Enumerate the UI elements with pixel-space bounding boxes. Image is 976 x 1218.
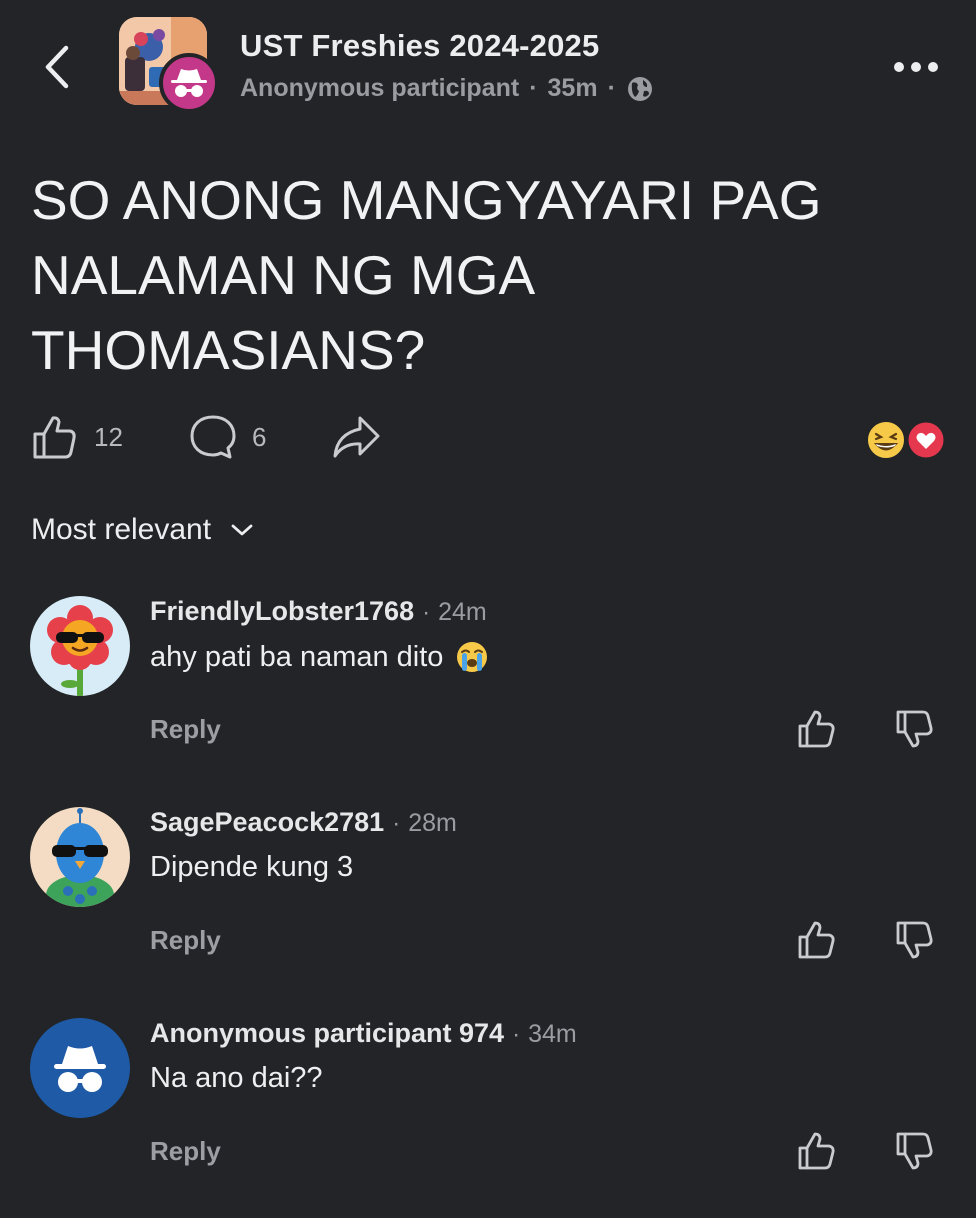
grinning-squinting-face-emoji (866, 420, 906, 460)
heart-reaction (905, 419, 947, 461)
upvote-button[interactable]: 12 (30, 412, 123, 462)
thumbs-down-icon (896, 1132, 933, 1170)
chevron-down-icon (231, 524, 253, 536)
comment-author[interactable]: SagePeacock2781 (150, 807, 384, 838)
chevron-left-icon (45, 45, 69, 89)
separator: · (607, 74, 616, 102)
comment-text: Dipende kung 3 (150, 851, 354, 883)
thumbs-down-icon (896, 710, 933, 748)
separator: · (512, 1021, 521, 1048)
thumbs-up-icon (798, 921, 835, 959)
thumbs-up-icon (33, 416, 76, 459)
reply-button[interactable]: Reply (150, 714, 221, 745)
comment-text: Na ano dai?? (150, 1062, 323, 1094)
anonymous-badge (159, 53, 219, 113)
back-button[interactable] (38, 42, 78, 92)
comment-upvote-button[interactable] (796, 1130, 838, 1172)
comment-text-row: Na ano dai?? (150, 1062, 323, 1095)
comment-item: SagePeacock2781 · 28m Dipende kung 3 Rep… (0, 807, 976, 1007)
more-horizontal-icon (894, 62, 938, 72)
comment-item: Anonymous participant 974 · 34m Na ano d… (0, 1018, 976, 1218)
thumbs-up-icon (798, 1132, 835, 1170)
comment-time: 24m (438, 598, 487, 626)
comment-time: 28m (408, 809, 457, 837)
comment-button[interactable]: 6 (188, 412, 266, 462)
flower-sunglasses-avatar[interactable] (30, 596, 130, 696)
comment-author[interactable]: FriendlyLobster1768 (150, 596, 414, 627)
comment-upvote-button[interactable] (796, 708, 838, 750)
upvote-count: 12 (94, 421, 123, 452)
anonymous-avatar[interactable] (30, 1018, 130, 1118)
more-options-button[interactable] (890, 55, 942, 79)
reply-button[interactable]: Reply (150, 1136, 221, 1167)
reaction-summary[interactable] (864, 418, 948, 462)
post-meta: Anonymous participant · 35m · (240, 74, 654, 103)
globe-icon (627, 76, 652, 101)
sort-label: Most relevant (31, 513, 212, 546)
comment-count: 6 (252, 421, 267, 452)
separator: · (392, 810, 401, 837)
post-author[interactable]: Anonymous participant (240, 74, 519, 103)
comment-downvote-button[interactable] (894, 708, 936, 750)
thumbs-up-icon (798, 710, 835, 748)
comment-downvote-button[interactable] (894, 1130, 936, 1172)
thumbs-down-icon (896, 921, 933, 959)
comment-time: 34m (528, 1020, 577, 1048)
incognito-icon (54, 1046, 106, 1092)
post-title: SO ANONG MANGYAYARI PAG NALAMAN NG MGA T… (31, 169, 822, 381)
share-button[interactable] (330, 412, 382, 462)
separator: · (529, 74, 538, 102)
comment-text: ahy pati ba naman dito (150, 640, 444, 673)
comment-downvote-button[interactable] (894, 919, 936, 961)
peacock-sunglasses-avatar[interactable] (30, 807, 130, 907)
comment-text-row: ahy pati ba naman dito (150, 640, 489, 674)
comment-bubble-icon (190, 415, 236, 459)
comment-upvote-button[interactable] (796, 919, 838, 961)
reply-button[interactable]: Reply (150, 925, 221, 956)
separator: · (422, 599, 431, 626)
incognito-icon (171, 69, 207, 97)
group-avatar[interactable] (119, 17, 219, 113)
loudly-crying-face-emoji (457, 642, 488, 672)
comment-item: FriendlyLobster1768 · 24m ahy pati ba na… (0, 596, 976, 796)
group-name[interactable]: UST Freshies 2024-2025 (240, 28, 599, 64)
post-time: 35m (547, 74, 598, 102)
comment-text-row: Dipende kung 3 (150, 851, 353, 884)
share-arrow-icon (333, 416, 380, 458)
sort-dropdown[interactable]: Most relevant (31, 513, 255, 547)
comment-author[interactable]: Anonymous participant 974 (150, 1018, 504, 1049)
